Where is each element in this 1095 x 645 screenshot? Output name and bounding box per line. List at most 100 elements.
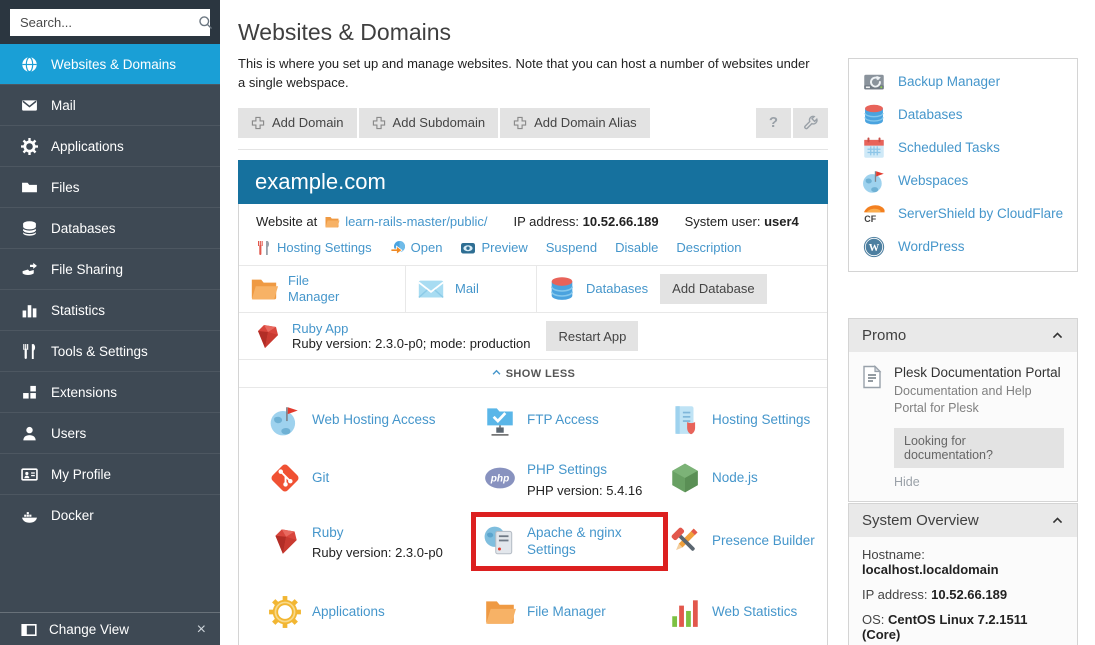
plesk-page: Websites & Domains Mail Applications Fil…	[0, 0, 1095, 645]
suspend-link[interactable]: Suspend	[546, 240, 597, 255]
search-box[interactable]	[10, 9, 210, 36]
os-value: CentOS Linux 7.2.1511 (Core)	[862, 612, 1027, 642]
sidebar-item-label: Extensions	[51, 385, 117, 400]
page-description: This is where you set up and manage webs…	[238, 55, 816, 93]
sidebar-item-statistics[interactable]: Statistics	[0, 289, 220, 330]
share-icon	[21, 261, 38, 278]
quick-tools-row: File Manager Mail Databases Add Database	[239, 265, 827, 313]
main-content: Websites & Domains This is where you set…	[238, 0, 828, 645]
promo-body: Plesk Documentation Portal Documentation…	[849, 352, 1077, 501]
promo-cta-button[interactable]: Looking for documentation?	[894, 428, 1064, 468]
chevron-up-icon[interactable]	[1051, 329, 1064, 342]
promo-header[interactable]: Promo	[849, 319, 1077, 352]
domain-card: example.com Website at learn-rails-maste…	[238, 160, 828, 645]
add-domain-button[interactable]: Add Domain	[238, 108, 357, 138]
system-overview-header[interactable]: System Overview	[849, 504, 1077, 537]
feature-applications[interactable]: Applications	[268, 595, 483, 629]
wordpress-item[interactable]: WordPress	[861, 234, 1065, 260]
globe-flag-icon	[861, 168, 887, 194]
search-icon[interactable]	[198, 15, 213, 30]
feature-hosting-settings[interactable]: Hosting Settings	[668, 403, 827, 437]
highlight-box[interactable]: Apache & nginx Settings	[471, 512, 668, 571]
php-version-text: PHP version: 5.4.16	[527, 483, 642, 500]
feature-web-hosting-access[interactable]: Web Hosting Access	[268, 403, 483, 437]
sidebar-item-label: Applications	[51, 139, 124, 154]
chevron-up-icon[interactable]	[1051, 514, 1064, 527]
servershield-item[interactable]: ServerShield by CloudFlare	[861, 201, 1065, 227]
database-icon	[861, 102, 887, 128]
feature-php-settings[interactable]: PHP Settings PHP version: 5.4.16	[483, 461, 668, 499]
description-link[interactable]: Description	[676, 240, 741, 255]
preview-link[interactable]: Preview	[460, 240, 527, 256]
mail-tool[interactable]: Mail	[406, 266, 537, 313]
ruby-version-text: Ruby version: 2.3.0-p0	[312, 545, 443, 562]
backup-manager-item[interactable]: Backup Manager	[861, 69, 1065, 95]
sidebar-item-label: My Profile	[51, 467, 111, 482]
promo-hide-link[interactable]: Hide	[894, 475, 1064, 489]
sidebar-item-databases[interactable]: Databases	[0, 207, 220, 248]
sidebar-item-users[interactable]: Users	[0, 412, 220, 453]
ruby-app-link[interactable]: Ruby App	[292, 321, 530, 336]
show-less-toggle[interactable]: SHOW LESS	[239, 359, 827, 387]
feature-git[interactable]: Git	[268, 461, 483, 499]
add-subdomain-button[interactable]: Add Subdomain	[359, 108, 499, 138]
sidebar-item-my-profile[interactable]: My Profile	[0, 453, 220, 494]
sidebar-item-tools-settings[interactable]: Tools & Settings	[0, 330, 220, 371]
globe-flag-icon	[268, 403, 302, 437]
globe-icon	[21, 56, 38, 73]
sidebar-item-files[interactable]: Files	[0, 166, 220, 207]
sidebar-item-label: Users	[51, 426, 86, 441]
sidebar-search-area	[0, 0, 220, 44]
hostname-row: Hostname: localhost.localdomain	[862, 547, 1064, 577]
restart-app-button[interactable]: Restart App	[546, 321, 638, 351]
sidebar-item-mail[interactable]: Mail	[0, 84, 220, 125]
plus-icon	[513, 116, 527, 130]
promo-item-title[interactable]: Plesk Documentation Portal	[894, 365, 1064, 380]
promo-item-subtitle: Documentation and Help Portal for Plesk	[894, 383, 1064, 417]
feature-ftp-access[interactable]: FTP Access	[483, 403, 668, 437]
system-user-value: user4	[764, 214, 799, 229]
feature-apache-nginx: Apache & nginx Settings	[483, 524, 668, 571]
disable-link[interactable]: Disable	[615, 240, 658, 255]
sidebar-item-label: File Sharing	[51, 262, 123, 277]
backup-server-icon	[861, 69, 887, 95]
php-icon	[483, 461, 517, 495]
sidebar-item-docker[interactable]: Docker	[0, 494, 220, 535]
scheduled-tasks-item[interactable]: Scheduled Tasks	[861, 135, 1065, 161]
feature-web-statistics[interactable]: Web Statistics	[668, 595, 827, 629]
file-manager-tool[interactable]: File Manager	[239, 266, 406, 313]
nodejs-icon	[668, 461, 702, 495]
document-icon	[862, 365, 882, 389]
pencil-hammer-icon	[668, 524, 702, 558]
add-domain-alias-button[interactable]: Add Domain Alias	[500, 108, 650, 138]
apache-nginx-icon	[483, 524, 517, 558]
databases-tool: Databases Add Database	[537, 266, 827, 313]
sidebar-item-websites-domains[interactable]: Websites & Domains	[0, 44, 220, 84]
toolbar-icon-buttons: ?	[756, 108, 828, 138]
search-input[interactable]	[18, 14, 198, 31]
databases-link[interactable]: Databases	[586, 281, 648, 297]
user-icon	[21, 425, 38, 442]
folder-icon	[249, 274, 279, 304]
databases-item[interactable]: Databases	[861, 102, 1065, 128]
close-icon[interactable]: ×	[197, 622, 206, 638]
git-icon	[268, 461, 302, 495]
sidebar-item-file-sharing[interactable]: File Sharing	[0, 248, 220, 289]
feature-ruby[interactable]: Ruby Ruby version: 2.3.0-p0	[268, 524, 483, 571]
ip-row: IP address: 10.52.66.189	[862, 587, 1064, 602]
feature-nodejs[interactable]: Node.js	[668, 461, 827, 499]
feature-file-manager[interactable]: File Manager	[483, 595, 668, 629]
feature-presence-builder[interactable]: Presence Builder	[668, 524, 827, 571]
sidebar-item-extensions[interactable]: Extensions	[0, 371, 220, 412]
help-button[interactable]: ?	[756, 108, 791, 138]
mail-icon	[21, 97, 38, 114]
open-link[interactable]: Open	[390, 240, 443, 256]
add-database-button[interactable]: Add Database	[660, 274, 766, 304]
settings-wrench-button[interactable]	[793, 108, 828, 138]
change-view-bar[interactable]: Change View ×	[0, 612, 220, 645]
wordpress-icon	[861, 234, 887, 260]
webspaces-item[interactable]: Webspaces	[861, 168, 1065, 194]
docroot-link[interactable]: learn-rails-master/public/	[345, 214, 487, 229]
hosting-settings-link[interactable]: Hosting Settings	[256, 240, 372, 256]
sidebar-item-applications[interactable]: Applications	[0, 125, 220, 166]
